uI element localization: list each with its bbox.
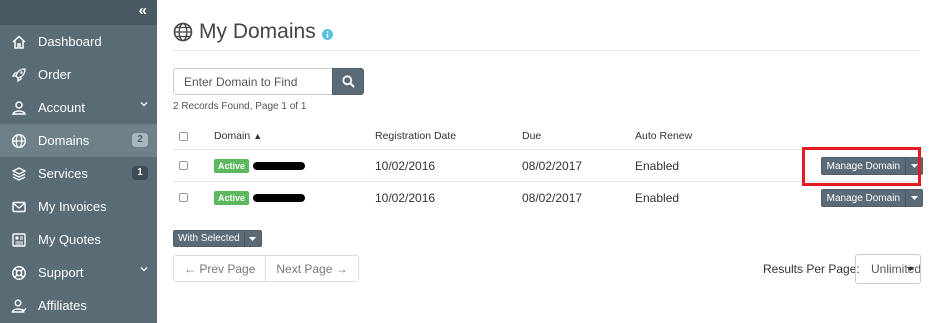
sidebar-top-bar: « bbox=[0, 0, 157, 25]
page-header: My Domains bbox=[173, 20, 333, 44]
with-selected-label: With Selected bbox=[174, 231, 245, 246]
caret-down-icon[interactable] bbox=[906, 190, 922, 206]
table-row[interactable]: Active 10/02/2016 08/02/2017 Enabled Man… bbox=[173, 149, 923, 181]
pagination: ← Prev Page Next Page → bbox=[173, 255, 359, 282]
prev-page-button[interactable]: ← Prev Page bbox=[174, 256, 265, 281]
sidebar-item-my-quotes[interactable]: My Quotes bbox=[0, 223, 157, 256]
registration-date-cell: 10/02/2016 bbox=[375, 158, 436, 173]
sidebar-item-label: My Quotes bbox=[38, 232, 101, 247]
manage-domain-label: Manage Domain bbox=[822, 190, 906, 206]
domain-cell: Active bbox=[214, 182, 306, 213]
globe-icon bbox=[0, 133, 38, 149]
records-info: 2 Records Found, Page 1 of 1 bbox=[173, 101, 307, 112]
due-date-cell: 08/02/2017 bbox=[522, 158, 583, 173]
table-row[interactable]: Active 10/02/2016 08/02/2017 Enabled Man… bbox=[173, 181, 923, 213]
select-all-checkbox[interactable] bbox=[179, 131, 188, 141]
services-count-badge: 1 bbox=[132, 166, 148, 180]
status-badge: Active bbox=[214, 158, 250, 173]
search-icon bbox=[341, 75, 355, 88]
with-selected-button[interactable]: With Selected bbox=[173, 230, 262, 247]
manage-domain-button[interactable]: Manage Domain bbox=[820, 189, 923, 207]
chevron-down-icon bbox=[140, 102, 148, 107]
domains-count-badge: 2 bbox=[132, 133, 148, 147]
caret-down-icon[interactable] bbox=[245, 231, 261, 246]
chevron-down-icon bbox=[140, 267, 148, 272]
header-divider bbox=[173, 50, 920, 51]
sidebar-item-support[interactable]: Support bbox=[0, 256, 157, 289]
home-icon bbox=[0, 34, 38, 50]
envelope-icon bbox=[0, 199, 38, 215]
row-checkbox[interactable] bbox=[179, 193, 188, 202]
sidebar-item-label: Dashboard bbox=[38, 34, 102, 49]
results-per-page-select[interactable]: Unlimited bbox=[855, 254, 921, 284]
column-header-due[interactable]: Due bbox=[522, 123, 541, 149]
rocket-icon bbox=[0, 67, 38, 83]
table-header-row: Domain ▲ Registration Date Due Auto Renew bbox=[173, 123, 923, 149]
sidebar-item-label: My Invoices bbox=[38, 199, 107, 214]
status-badge: Active bbox=[214, 190, 250, 205]
caret-down-icon[interactable] bbox=[906, 158, 922, 174]
search-button[interactable] bbox=[332, 68, 364, 95]
row-checkbox[interactable] bbox=[179, 161, 188, 170]
sidebar-item-label: Order bbox=[38, 67, 72, 82]
sort-ascending-icon: ▲ bbox=[253, 131, 263, 141]
double-chevron-left-icon[interactable]: « bbox=[139, 3, 147, 19]
results-per-page-label: Results Per Page: bbox=[763, 262, 860, 276]
redacted-domain-name bbox=[253, 161, 306, 170]
main-content: My Domains 2 Records Found, Page 1 of 1 … bbox=[157, 0, 940, 323]
column-header-label: Domain bbox=[214, 130, 251, 142]
sidebar: « Dashboard Order Account Domains 2 Serv… bbox=[0, 0, 157, 323]
globe-icon bbox=[173, 22, 193, 42]
layers-icon bbox=[0, 166, 38, 182]
sidebar-item-my-invoices[interactable]: My Invoices bbox=[0, 190, 157, 223]
users-icon bbox=[0, 298, 38, 314]
redacted-domain-name bbox=[253, 193, 306, 202]
next-page-button[interactable]: Next Page → bbox=[265, 256, 357, 281]
column-header-auto-renew[interactable]: Auto Renew bbox=[635, 123, 692, 149]
column-header-registration-date[interactable]: Registration Date bbox=[375, 123, 456, 149]
quote-icon bbox=[0, 232, 38, 248]
sidebar-item-services[interactable]: Services 1 bbox=[0, 157, 157, 190]
user-icon bbox=[0, 100, 38, 116]
due-date-cell: 08/02/2017 bbox=[522, 190, 583, 205]
sidebar-item-domains[interactable]: Domains 2 bbox=[0, 124, 157, 157]
manage-domain-button[interactable]: Manage Domain bbox=[820, 157, 923, 175]
sidebar-item-label: Affiliates bbox=[38, 298, 87, 313]
column-header-domain[interactable]: Domain ▲ bbox=[214, 123, 262, 149]
lifebuoy-icon bbox=[0, 265, 38, 281]
sidebar-item-affiliates[interactable]: Affiliates bbox=[0, 289, 157, 322]
sidebar-item-order[interactable]: Order bbox=[0, 58, 157, 91]
auto-renew-cell: Enabled bbox=[635, 190, 680, 205]
caret-down-icon bbox=[907, 267, 914, 271]
sidebar-item-dashboard[interactable]: Dashboard bbox=[0, 25, 157, 58]
search-input[interactable] bbox=[173, 68, 333, 95]
info-icon[interactable] bbox=[321, 28, 333, 40]
sidebar-item-account[interactable]: Account bbox=[0, 91, 157, 124]
auto-renew-cell: Enabled bbox=[635, 158, 680, 173]
select-all-cell bbox=[179, 123, 188, 149]
row-select-cell bbox=[179, 150, 188, 181]
row-select-cell bbox=[179, 182, 188, 213]
page-title: My Domains bbox=[199, 20, 316, 43]
domain-cell: Active bbox=[214, 150, 306, 181]
registration-date-cell: 10/02/2016 bbox=[375, 190, 436, 205]
manage-domain-label: Manage Domain bbox=[822, 158, 906, 174]
